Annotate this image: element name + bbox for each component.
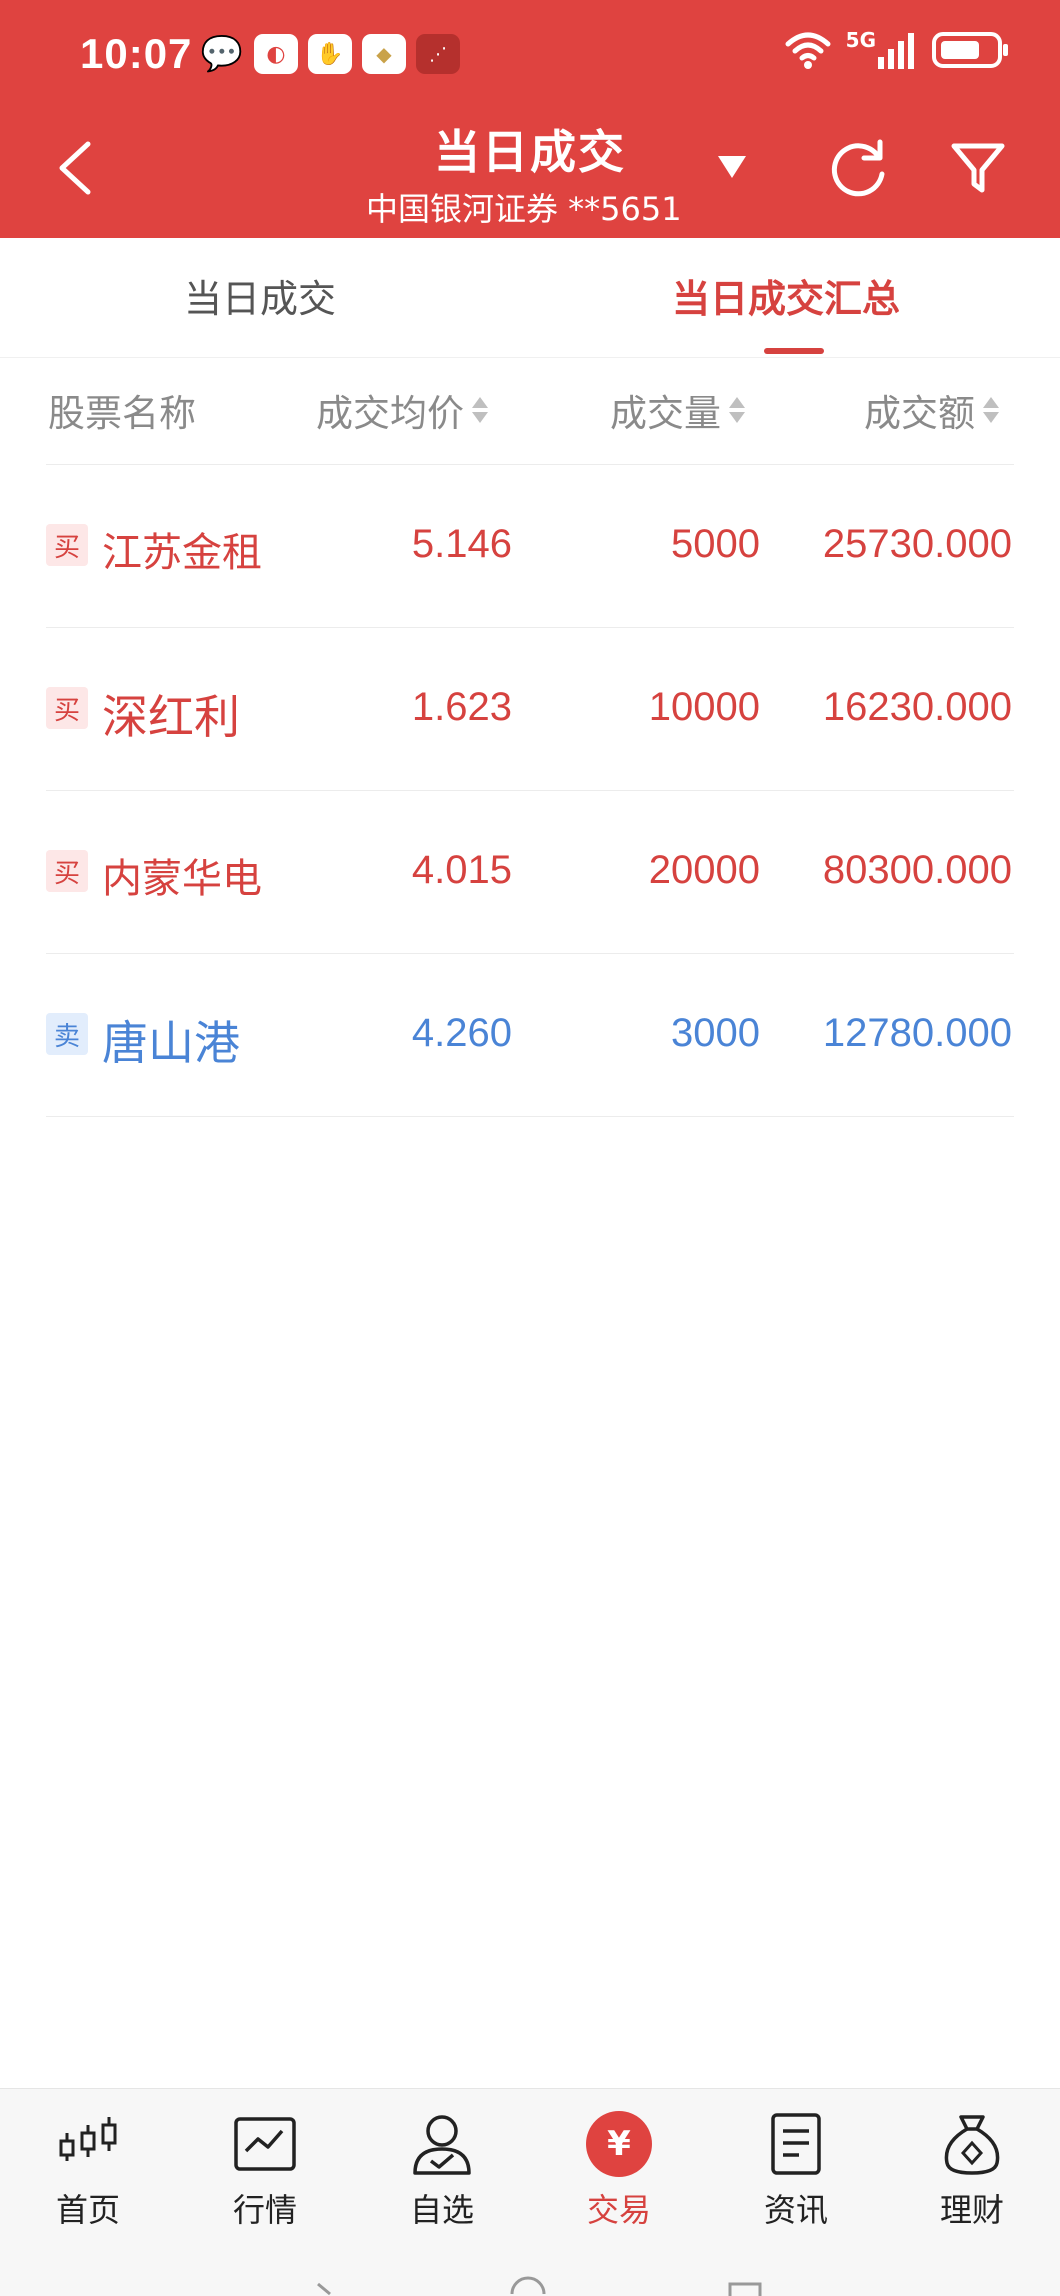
status-bar: 10:07 💬 ◐ ✋ ◆ ⋰ 5G <box>0 0 1060 110</box>
table-row[interactable]: 买 内蒙华电 4.015 20000 80300.000 <box>0 792 1060 955</box>
sell-badge: 卖 <box>46 1013 88 1055</box>
wifi-icon <box>785 32 831 69</box>
buy-badge: 买 <box>46 687 88 729</box>
nav-label: 首页 <box>55 2191 120 2229</box>
avg-price: 4.260 <box>411 1011 512 1055</box>
nav-news[interactable]: 资讯 <box>736 2111 856 2231</box>
account-subtitle[interactable]: 中国银河证券 **5651 <box>366 184 682 230</box>
wechat-icon: 💬 <box>200 34 244 74</box>
nav-label: 交易 <box>586 2191 651 2229</box>
amount: 12780.000 <box>822 1011 1012 1055</box>
column-header-amount[interactable]: 成交额 <box>864 380 1001 440</box>
divider <box>46 627 1014 628</box>
avg-price: 4.015 <box>411 848 512 892</box>
stock-name: 唐山港 <box>102 1016 240 1070</box>
market-chart-icon <box>234 2117 296 2171</box>
volume: 5000 <box>671 522 760 566</box>
user-check-icon <box>413 2115 471 2175</box>
page-title: 当日成交 <box>434 125 626 179</box>
document-icon <box>771 2113 821 2175</box>
tab-active-indicator <box>764 348 824 354</box>
battery-icon <box>932 32 1008 68</box>
column-header-label: 成交额 <box>864 392 975 435</box>
tab-daily-trades[interactable]: 当日成交 <box>184 268 336 323</box>
tab-bar: 当日成交 当日成交汇总 <box>0 238 1060 358</box>
sort-icon[interactable] <box>727 392 747 428</box>
amount: 16230.000 <box>822 685 1012 729</box>
nav-label: 自选 <box>409 2191 474 2229</box>
nav-trade[interactable]: ¥ 交易 <box>559 2111 679 2231</box>
stock-app-icon: ⋰ <box>416 34 460 74</box>
honor-icon: ◆ <box>362 34 406 74</box>
buy-badge: 买 <box>46 850 88 892</box>
yuan-icon: ¥ <box>586 2111 652 2177</box>
refresh-icon[interactable] <box>826 136 890 200</box>
column-header-label: 成交均价 <box>316 392 464 435</box>
system-gesture-bar <box>317 2276 762 2296</box>
table-row[interactable]: 卖 唐山港 4.260 3000 12780.000 <box>0 955 1060 1118</box>
divider <box>46 464 1014 465</box>
hand-icon: ✋ <box>308 34 352 74</box>
nav-home[interactable]: 首页 <box>28 2111 148 2231</box>
app-header: 10:07 💬 ◐ ✋ ◆ ⋰ 5G 当日成交 中国银河证券 **5651 <box>0 0 1060 238</box>
volume: 20000 <box>648 848 760 892</box>
nav-label: 行情 <box>232 2191 297 2229</box>
bottom-nav: 首页 行情 自选 ¥ 交易 资讯 理财 <box>0 2088 1060 2296</box>
status-time: 10:07 <box>80 30 193 77</box>
divider <box>46 790 1014 791</box>
amount: 80300.000 <box>822 848 1012 892</box>
stock-name: 江苏金租 <box>102 530 262 576</box>
money-bag-icon <box>944 2115 1000 2175</box>
sort-icon[interactable] <box>470 392 490 428</box>
sort-icon[interactable] <box>981 392 1001 428</box>
signal-icon <box>878 33 914 69</box>
volume: 10000 <box>648 685 760 729</box>
buy-badge: 买 <box>46 524 88 566</box>
status-right: 5G <box>784 28 1010 70</box>
stock-name: 深红利 <box>102 690 240 744</box>
table-row[interactable]: 买 江苏金租 5.146 5000 25730.000 <box>0 466 1060 629</box>
column-header-label: 股票名称 <box>48 392 196 435</box>
nav-watchlist[interactable]: 自选 <box>382 2111 502 2231</box>
dropdown-triangle-icon[interactable] <box>716 152 748 180</box>
candlestick-icon <box>59 2117 117 2161</box>
nav-wealth[interactable]: 理财 <box>912 2111 1032 2231</box>
column-header-name: 股票名称 <box>48 380 196 440</box>
table-row[interactable]: 买 深红利 1.623 10000 16230.000 <box>0 629 1060 792</box>
status-app-icons: 💬 ◐ ✋ ◆ ⋰ <box>200 34 460 74</box>
column-header-volume[interactable]: 成交量 <box>610 380 747 440</box>
volume: 3000 <box>671 1011 760 1055</box>
avg-price: 1.623 <box>411 685 512 729</box>
column-header-avg-price[interactable]: 成交均价 <box>316 380 490 440</box>
column-header-label: 成交量 <box>610 392 721 435</box>
avg-price: 5.146 <box>411 522 512 566</box>
divider <box>46 1116 1014 1117</box>
divider <box>46 953 1014 954</box>
nav-label: 资讯 <box>763 2191 828 2229</box>
nav-market[interactable]: 行情 <box>205 2111 325 2231</box>
filter-icon[interactable] <box>948 138 1008 198</box>
stock-name: 内蒙华电 <box>102 856 262 902</box>
nav-label: 理财 <box>939 2191 1004 2229</box>
tab-daily-summary[interactable]: 当日成交汇总 <box>672 268 900 323</box>
network-label: 5G <box>845 28 876 52</box>
amount: 25730.000 <box>822 522 1012 566</box>
galaxy-app-icon: ◐ <box>254 34 298 74</box>
